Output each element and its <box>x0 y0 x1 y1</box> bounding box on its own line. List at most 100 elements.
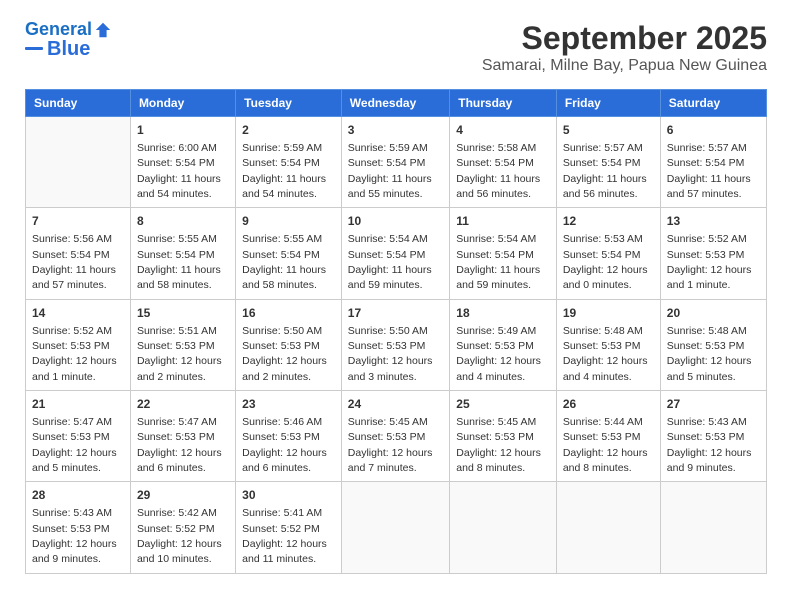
day-info: Sunrise: 5:51 AMSunset: 5:53 PMDaylight:… <box>137 325 222 383</box>
day-info: Sunrise: 5:43 AMSunset: 5:53 PMDaylight:… <box>667 416 752 474</box>
weekday-header-friday: Friday <box>556 90 660 117</box>
day-info: Sunrise: 5:44 AMSunset: 5:53 PMDaylight:… <box>563 416 648 474</box>
day-number: 22 <box>137 396 229 413</box>
day-number: 4 <box>456 122 550 139</box>
calendar-cell: 21 Sunrise: 5:47 AMSunset: 5:53 PMDayligh… <box>26 391 131 482</box>
day-number: 7 <box>32 213 124 230</box>
calendar-cell: 13 Sunrise: 5:52 AMSunset: 5:53 PMDayligh… <box>660 208 766 299</box>
weekday-header-thursday: Thursday <box>450 90 557 117</box>
day-info: Sunrise: 5:50 AMSunset: 5:53 PMDaylight:… <box>242 325 327 383</box>
day-info: Sunrise: 5:58 AMSunset: 5:54 PMDaylight:… <box>456 142 540 200</box>
day-info: Sunrise: 5:47 AMSunset: 5:53 PMDaylight:… <box>32 416 117 474</box>
day-number: 29 <box>137 487 229 504</box>
day-number: 24 <box>348 396 443 413</box>
calendar-cell: 25Sunrise: 5:45 AMSunset: 5:53 PMDayligh… <box>450 391 557 482</box>
day-number: 18 <box>456 305 550 322</box>
calendar-cell: 5 Sunrise: 5:57 AMSunset: 5:54 PMDaylight… <box>556 117 660 208</box>
day-number: 14 <box>32 305 124 322</box>
weekday-header-tuesday: Tuesday <box>236 90 342 117</box>
day-info: Sunrise: 5:41 AMSunset: 5:52 PMDaylight:… <box>242 507 327 565</box>
weekday-header-saturday: Saturday <box>660 90 766 117</box>
calendar-cell: 29 Sunrise: 5:42 AMSunset: 5:52 PMDayligh… <box>130 482 235 573</box>
day-info: Sunrise: 5:52 AMSunset: 5:53 PMDaylight:… <box>32 325 117 383</box>
calendar-cell <box>556 482 660 573</box>
calendar-cell: 26 Sunrise: 5:44 AMSunset: 5:53 PMDayligh… <box>556 391 660 482</box>
day-info: Sunrise: 5:45 AMSunset: 5:53 PMDaylight:… <box>348 416 433 474</box>
day-number: 21 <box>32 396 124 413</box>
day-info: Sunrise: 5:57 AMSunset: 5:54 PMDaylight:… <box>563 142 647 200</box>
day-info: Sunrise: 5:48 AMSunset: 5:53 PMDaylight:… <box>667 325 752 383</box>
calendar-cell: 24 Sunrise: 5:45 AMSunset: 5:53 PMDayligh… <box>341 391 449 482</box>
calendar-cell: 3Sunrise: 5:59 AMSunset: 5:54 PMDaylight… <box>341 117 449 208</box>
day-info: Sunrise: 5:55 AMSunset: 5:54 PMDaylight:… <box>242 233 326 291</box>
week-row-3: 14 Sunrise: 5:52 AMSunset: 5:53 PMDayligh… <box>26 299 767 390</box>
day-info: Sunrise: 5:53 AMSunset: 5:54 PMDaylight:… <box>563 233 648 291</box>
logo-blue-text: Blue <box>47 38 90 60</box>
logo: General Blue <box>25 20 112 60</box>
day-number: 6 <box>667 122 760 139</box>
day-info: Sunrise: 5:56 AMSunset: 5:54 PMDaylight:… <box>32 233 116 291</box>
day-number: 30 <box>242 487 335 504</box>
calendar-cell: 27Sunrise: 5:43 AMSunset: 5:53 PMDayligh… <box>660 391 766 482</box>
calendar-cell: 28 Sunrise: 5:43 AMSunset: 5:53 PMDayligh… <box>26 482 131 573</box>
calendar-cell: 15 Sunrise: 5:51 AMSunset: 5:53 PMDayligh… <box>130 299 235 390</box>
day-number: 16 <box>242 305 335 322</box>
day-number: 2 <box>242 122 335 139</box>
day-number: 13 <box>667 213 760 230</box>
day-number: 23 <box>242 396 335 413</box>
calendar-cell: 7 Sunrise: 5:56 AMSunset: 5:54 PMDaylight… <box>26 208 131 299</box>
day-number: 17 <box>348 305 443 322</box>
day-number: 19 <box>563 305 654 322</box>
calendar-cell: 2 Sunrise: 5:59 AMSunset: 5:54 PMDaylight… <box>236 117 342 208</box>
day-number: 26 <box>563 396 654 413</box>
day-number: 5 <box>563 122 654 139</box>
location-subtitle: Samarai, Milne Bay, Papua New Guinea <box>482 57 767 75</box>
day-info: Sunrise: 5:55 AMSunset: 5:54 PMDaylight:… <box>137 233 221 291</box>
day-info: Sunrise: 5:49 AMSunset: 5:53 PMDaylight:… <box>456 325 541 383</box>
day-info: Sunrise: 5:48 AMSunset: 5:53 PMDaylight:… <box>563 325 648 383</box>
day-number: 28 <box>32 487 124 504</box>
calendar-cell <box>341 482 449 573</box>
week-row-1: 1 Sunrise: 6:00 AMSunset: 5:54 PMDaylight… <box>26 117 767 208</box>
day-number: 11 <box>456 213 550 230</box>
calendar-cell: 12 Sunrise: 5:53 AMSunset: 5:54 PMDayligh… <box>556 208 660 299</box>
day-number: 1 <box>137 122 229 139</box>
day-info: Sunrise: 6:00 AMSunset: 5:54 PMDaylight:… <box>137 142 221 200</box>
day-number: 10 <box>348 213 443 230</box>
logo-icon <box>94 21 112 39</box>
calendar-cell: 22 Sunrise: 5:47 AMSunset: 5:53 PMDayligh… <box>130 391 235 482</box>
calendar-cell: 9Sunrise: 5:55 AMSunset: 5:54 PMDaylight… <box>236 208 342 299</box>
day-info: Sunrise: 5:47 AMSunset: 5:53 PMDaylight:… <box>137 416 222 474</box>
day-info: Sunrise: 5:45 AMSunset: 5:53 PMDaylight:… <box>456 416 541 474</box>
day-info: Sunrise: 5:50 AMSunset: 5:53 PMDaylight:… <box>348 325 433 383</box>
day-info: Sunrise: 5:57 AMSunset: 5:54 PMDaylight:… <box>667 142 751 200</box>
calendar-cell: 1 Sunrise: 6:00 AMSunset: 5:54 PMDaylight… <box>130 117 235 208</box>
calendar-cell: 16 Sunrise: 5:50 AMSunset: 5:53 PMDayligh… <box>236 299 342 390</box>
day-info: Sunrise: 5:54 AMSunset: 5:54 PMDaylight:… <box>348 233 432 291</box>
calendar-cell: 23Sunrise: 5:46 AMSunset: 5:53 PMDayligh… <box>236 391 342 482</box>
calendar-table: SundayMondayTuesdayWednesdayThursdayFrid… <box>25 89 767 574</box>
day-number: 3 <box>348 122 443 139</box>
calendar-cell: 19 Sunrise: 5:48 AMSunset: 5:53 PMDayligh… <box>556 299 660 390</box>
day-number: 12 <box>563 213 654 230</box>
weekday-header-monday: Monday <box>130 90 235 117</box>
calendar-cell: 10 Sunrise: 5:54 AMSunset: 5:54 PMDayligh… <box>341 208 449 299</box>
month-title: September 2025 <box>482 20 767 57</box>
day-info: Sunrise: 5:42 AMSunset: 5:52 PMDaylight:… <box>137 507 222 565</box>
calendar-cell: 17 Sunrise: 5:50 AMSunset: 5:53 PMDayligh… <box>341 299 449 390</box>
title-section: September 2025 Samarai, Milne Bay, Papua… <box>482 20 767 75</box>
weekday-header-wednesday: Wednesday <box>341 90 449 117</box>
day-number: 15 <box>137 305 229 322</box>
week-row-5: 28 Sunrise: 5:43 AMSunset: 5:53 PMDayligh… <box>26 482 767 573</box>
calendar-cell: 4 Sunrise: 5:58 AMSunset: 5:54 PMDaylight… <box>450 117 557 208</box>
day-info: Sunrise: 5:52 AMSunset: 5:53 PMDaylight:… <box>667 233 752 291</box>
calendar-cell <box>26 117 131 208</box>
calendar-cell <box>660 482 766 573</box>
calendar-cell: 18 Sunrise: 5:49 AMSunset: 5:53 PMDayligh… <box>450 299 557 390</box>
calendar-cell: 20Sunrise: 5:48 AMSunset: 5:53 PMDayligh… <box>660 299 766 390</box>
calendar-cell: 14 Sunrise: 5:52 AMSunset: 5:53 PMDayligh… <box>26 299 131 390</box>
calendar-cell: 11Sunrise: 5:54 AMSunset: 5:54 PMDayligh… <box>450 208 557 299</box>
calendar-cell <box>450 482 557 573</box>
day-info: Sunrise: 5:59 AMSunset: 5:54 PMDaylight:… <box>242 142 326 200</box>
day-info: Sunrise: 5:43 AMSunset: 5:53 PMDaylight:… <box>32 507 117 565</box>
